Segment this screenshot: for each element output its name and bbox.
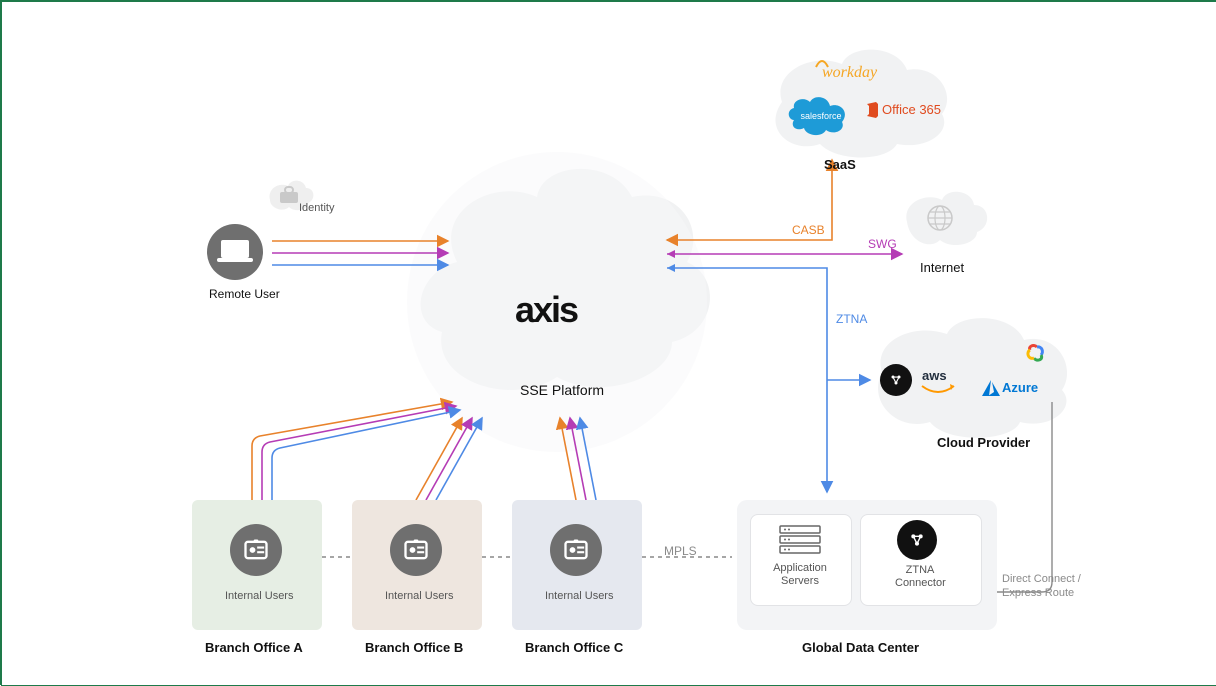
app-servers-icon xyxy=(778,524,822,554)
ztna-connector-label: ZTNAConnector xyxy=(895,564,945,590)
gdc-title: Global Data Center xyxy=(802,640,919,655)
workday-logo: workday xyxy=(822,64,877,82)
office365-icon xyxy=(864,102,880,118)
app-servers-label: ApplicationServers xyxy=(772,562,828,588)
branch-a-title: Branch Office A xyxy=(205,640,303,655)
saas-label: SaaS xyxy=(824,157,856,172)
branch-b-title: Branch Office B xyxy=(365,640,463,655)
office365-label: Office 365 xyxy=(882,102,941,117)
branch-c-user-icon xyxy=(550,524,602,576)
direct-connect-label: Direct Connect /Express Route xyxy=(1002,572,1102,601)
ztna-connector-icon xyxy=(897,520,937,560)
azure-logo-text: Azure xyxy=(1002,380,1038,395)
swg-label: SWG xyxy=(868,237,897,251)
salesforce-logo: salesforce xyxy=(782,90,860,138)
remote-user-icon xyxy=(207,224,263,280)
aws-smile-icon xyxy=(920,384,956,396)
identity-label: Identity xyxy=(299,202,334,214)
ztna-label: ZTNA xyxy=(836,312,867,326)
workday-arc-icon xyxy=(814,57,830,69)
internet-label: Internet xyxy=(920,260,964,275)
mpls-label: MPLS xyxy=(664,544,697,558)
axis-brand-text: axis xyxy=(515,289,577,331)
aws-logo-text: aws xyxy=(922,368,947,383)
branch-b-user-icon xyxy=(390,524,442,576)
svg-text:salesforce: salesforce xyxy=(800,111,841,121)
remote-user-label: Remote User xyxy=(209,287,280,301)
azure-logo-icon xyxy=(982,380,1000,396)
branch-b-user-label: Internal Users xyxy=(385,590,453,602)
cloud-provider-label: Cloud Provider xyxy=(937,435,1030,450)
branch-a-user-label: Internal Users xyxy=(225,590,293,602)
gcp-logo-icon xyxy=(1022,342,1048,364)
cloud-provider-connector-icon xyxy=(880,364,912,396)
casb-label: CASB xyxy=(792,223,825,237)
branch-c-user-label: Internal Users xyxy=(545,590,613,602)
sse-platform-label: SSE Platform xyxy=(520,382,604,398)
branch-c-title: Branch Office C xyxy=(525,640,623,655)
branch-a-user-icon xyxy=(230,524,282,576)
internet-cloud-shape xyxy=(906,192,987,245)
